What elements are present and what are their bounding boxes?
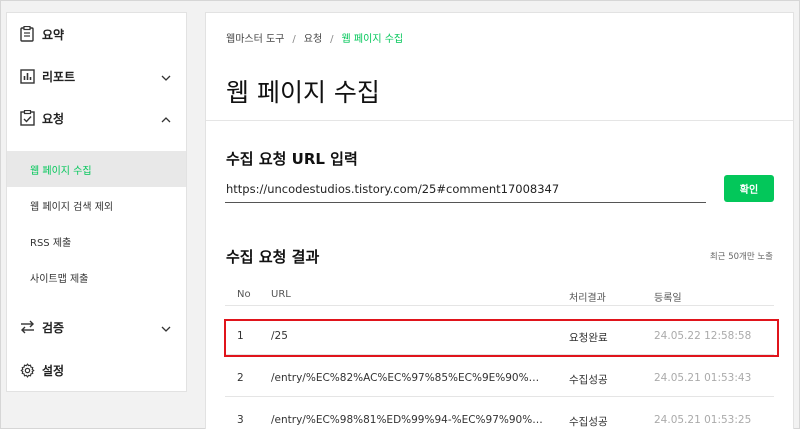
row-result: 수집성공 (569, 374, 608, 386)
page-title: 웹 페이지 수집 (226, 78, 380, 107)
row-url[interactable]: /entry/%EC%82%AC%EC%97%85%EC%9E%90%… (271, 372, 539, 384)
request-section-title: 수집 요청 URL 입력 (226, 150, 358, 168)
sidebar-item-settings[interactable]: 설정 (7, 349, 186, 391)
row-result: 수집성공 (569, 416, 608, 428)
sidebar-subitem-web-page-exclude[interactable]: 웹 페이지 검색 제외 (7, 187, 186, 223)
row-date: 24.05.22 12:58:58 (654, 330, 752, 342)
chevron-up-icon[interactable] (160, 111, 172, 123)
column-header-result: 처리결과 (569, 293, 606, 304)
sidebar-subitem-label: 웹 페이지 수집 (30, 166, 92, 177)
request-check-icon (19, 110, 35, 126)
sidebar-item-label: 검증 (42, 321, 65, 335)
sidebar-item-label: 요약 (42, 28, 65, 42)
breadcrumb: 웹마스터 도구 / 요청 / 웹 페이지 수집 (226, 30, 403, 45)
gear-icon (19, 362, 35, 378)
row-url[interactable]: /entry/%EC%98%81%ED%99%94-%EC%97%90%… (271, 414, 543, 426)
sidebar-subitem-label: 사이트맵 제출 (30, 274, 89, 285)
summary-icon (19, 26, 35, 42)
sidebar-subitem-sitemap-submit[interactable]: 사이트맵 제출 (7, 259, 186, 295)
sidebar-subitem-rss-submit[interactable]: RSS 제출 (7, 223, 186, 259)
chevron-down-icon[interactable] (160, 320, 172, 332)
row-no: 3 (237, 414, 244, 426)
row-date: 24.05.21 01:53:25 (654, 414, 752, 426)
recent-note: 최근 50개만 노출 (709, 252, 773, 262)
main-panel: 웹마스터 도구 / 요청 / 웹 페이지 수집 웹 페이지 수집 수집 요청 URL 입… (205, 12, 794, 429)
row-no: 1 (237, 330, 244, 342)
breadcrumb-current: 웹 페이지 수집 (341, 34, 404, 45)
sidebar-item-request[interactable]: 요청 (7, 97, 186, 139)
chevron-down-icon[interactable] (160, 69, 172, 81)
row-date: 24.05.21 01:53:43 (654, 372, 752, 384)
column-header-url: URL (271, 289, 291, 300)
sidebar-subitem-web-page-collect[interactable]: 웹 페이지 수집 (7, 151, 186, 187)
report-chart-icon (19, 68, 35, 84)
verify-arrows-icon (19, 319, 35, 335)
table-header-divider (225, 305, 774, 306)
table-row[interactable]: 2 /entry/%EC%82%AC%EC%97%85%EC%9E%90%… 수… (225, 361, 774, 397)
sidebar: 요약 리포트 요청 웹 페이지 수집 웹 페이지 검색 제외 RSS 제출 사이… (6, 12, 187, 392)
row-url[interactable]: /25 (271, 330, 288, 342)
breadcrumb-separator: / (292, 34, 296, 45)
column-header-no: No (237, 289, 251, 300)
breadcrumb-separator: / (330, 34, 334, 45)
sidebar-subitem-label: 웹 페이지 검색 제외 (30, 202, 114, 213)
sidebar-subitem-label: RSS 제출 (30, 238, 72, 249)
divider (206, 120, 793, 121)
result-section-title: 수집 요청 결과 (226, 248, 320, 266)
sidebar-item-verify[interactable]: 검증 (7, 306, 186, 348)
table-row[interactable]: 1 /25 요청완료 24.05.22 12:58:58 (225, 319, 774, 355)
breadcrumb-item[interactable]: 요청 (304, 34, 322, 45)
table-header: No URL 처리결과 등록일 (225, 285, 774, 313)
breadcrumb-item[interactable]: 웹마스터 도구 (226, 34, 284, 45)
row-no: 2 (237, 372, 244, 384)
confirm-button[interactable]: 확인 (724, 175, 774, 202)
sidebar-item-summary[interactable]: 요약 (7, 13, 186, 55)
url-input[interactable] (225, 176, 706, 203)
table-row[interactable]: 3 /entry/%EC%98%81%ED%99%94-%EC%97%90%… … (225, 403, 774, 429)
sidebar-item-label: 설정 (42, 364, 65, 378)
column-header-date: 등록일 (654, 293, 682, 304)
row-result: 요청완료 (569, 332, 608, 344)
sidebar-item-report[interactable]: 리포트 (7, 55, 186, 97)
sidebar-item-label: 리포트 (42, 70, 76, 84)
sidebar-item-label: 요청 (42, 112, 65, 126)
